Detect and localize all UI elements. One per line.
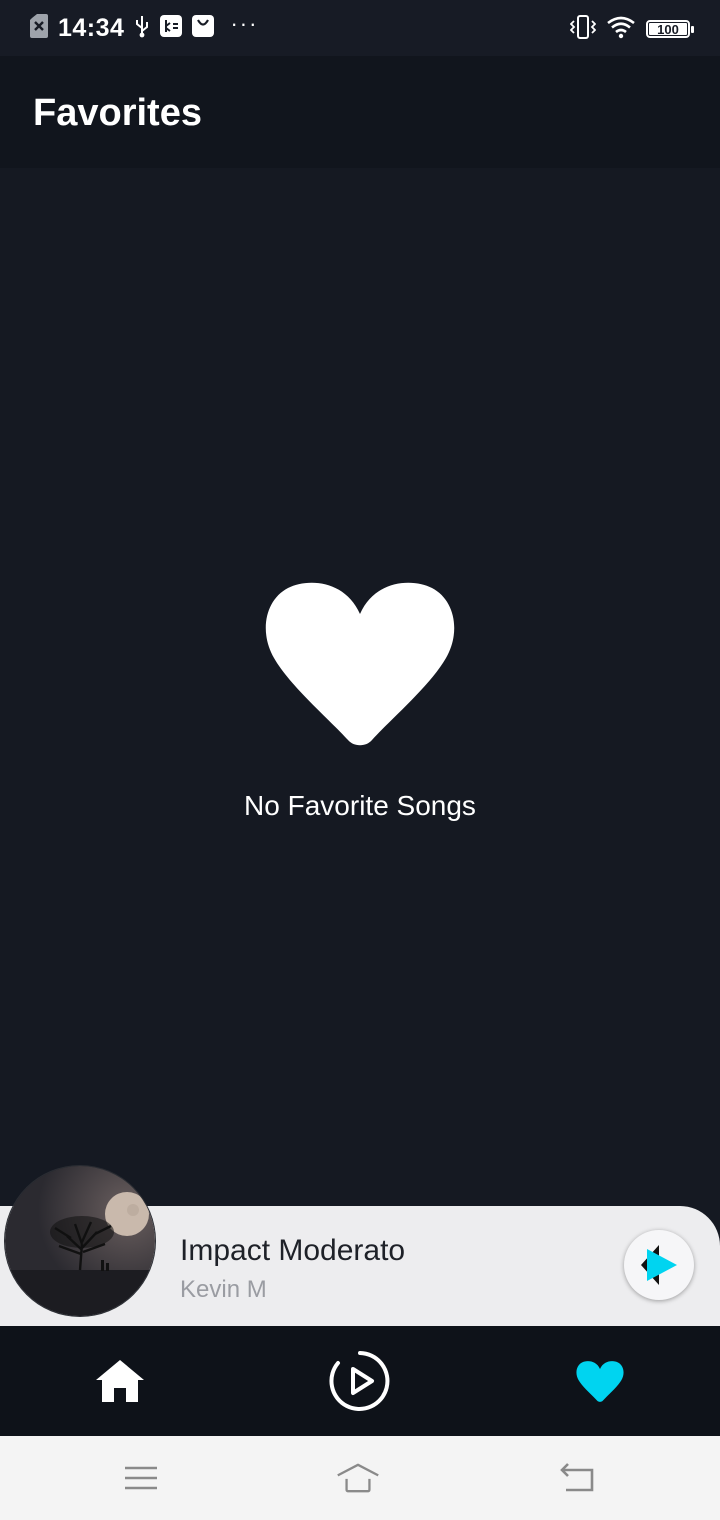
song-title[interactable]: Impact Moderato: [180, 1234, 405, 1268]
page-title: Favorites: [33, 92, 202, 134]
play-icon: [641, 1245, 677, 1285]
heart-icon: [265, 582, 455, 746]
app-bar: Favorites: [0, 56, 720, 168]
sim-off-icon: [30, 13, 48, 43]
more-notifications-icon: ···: [230, 11, 259, 36]
status-time: 14:34: [58, 13, 125, 42]
play-button[interactable]: [624, 1230, 694, 1300]
system-home-button[interactable]: [336, 1458, 380, 1498]
usb-debug-icon: [160, 14, 183, 42]
battery-percent: 100: [657, 21, 679, 37]
system-back-button[interactable]: [556, 1458, 600, 1498]
system-menu-button[interactable]: [119, 1458, 163, 1498]
bag-notification-icon: [192, 14, 215, 42]
album-art[interactable]: [5, 1166, 155, 1316]
nav-now-playing[interactable]: [327, 1348, 393, 1414]
usb-icon: [134, 14, 150, 43]
empty-state: No Favorite Songs: [0, 570, 720, 822]
favorites-heart-icon: [576, 1361, 624, 1402]
song-artist: Kevin M: [180, 1276, 267, 1303]
system-nav-bar: [0, 1436, 720, 1520]
vibrate-icon: [569, 14, 597, 45]
status-bar: 14:34 ··· 100: [0, 0, 720, 56]
nav-home[interactable]: [87, 1348, 153, 1414]
empty-message: No Favorite Songs: [244, 790, 476, 821]
back-icon: [560, 1463, 594, 1492]
home-icon: [96, 1360, 144, 1402]
now-playing-icon: [329, 1351, 390, 1411]
battery-indicator: 100: [646, 20, 694, 38]
wifi-icon: [606, 15, 636, 44]
nav-favorites[interactable]: [567, 1348, 633, 1414]
bottom-nav: [0, 1326, 720, 1436]
menu-icon: [125, 1466, 157, 1490]
home-icon: [337, 1463, 379, 1493]
